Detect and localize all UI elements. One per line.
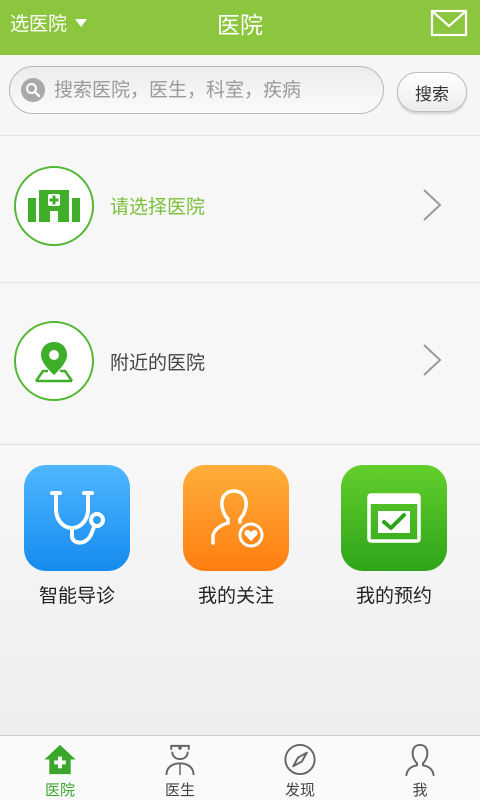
my-follows-icon-box bbox=[183, 465, 289, 571]
select-hospital-row-label: 请选择医院 bbox=[110, 196, 206, 218]
feature-grid: 智能导诊 我的关注 我的预约 bbox=[0, 444, 480, 735]
tab-discover[interactable]: 发现 bbox=[240, 736, 360, 800]
select-hospital-dropdown[interactable]: 选医院 bbox=[10, 0, 88, 45]
select-hospital-label: 选医院 bbox=[10, 13, 68, 35]
app-header: 选医院 医院 bbox=[0, 0, 480, 55]
smart-triage-icon-box bbox=[24, 465, 130, 571]
mail-icon[interactable] bbox=[430, 8, 468, 38]
hospital-icon bbox=[28, 190, 80, 222]
nearby-hospital-row-label: 附近的医院 bbox=[110, 352, 206, 374]
search-input[interactable] bbox=[54, 79, 354, 101]
bottom-tab-bar: 医院 医生 发现 我 bbox=[0, 735, 480, 800]
search-button[interactable]: 搜索 bbox=[397, 72, 467, 112]
dropdown-triangle-icon bbox=[75, 18, 88, 27]
tab-me-label: 我 bbox=[412, 781, 428, 799]
location-pin-icon bbox=[34, 342, 74, 383]
my-appointments-icon-box bbox=[341, 465, 447, 571]
tab-me[interactable]: 我 bbox=[360, 736, 480, 800]
select-hospital-row[interactable]: 请选择医院 bbox=[0, 135, 480, 282]
my-appointments-label: 我的预约 bbox=[355, 585, 432, 607]
smart-triage-tile[interactable]: 智能导诊 bbox=[22, 465, 132, 608]
hospital-house-icon bbox=[44, 744, 76, 775]
my-follows-label: 我的关注 bbox=[197, 585, 274, 607]
my-appointments-tile[interactable]: 我的预约 bbox=[339, 465, 449, 608]
tab-discover-label: 发现 bbox=[284, 781, 315, 799]
hospital-icon-circle bbox=[14, 166, 94, 246]
nearby-hospital-row[interactable]: 附近的医院 bbox=[0, 282, 480, 444]
chevron-right-icon bbox=[423, 344, 442, 376]
tab-hospital[interactable]: 医院 bbox=[0, 736, 120, 800]
tab-doctor[interactable]: 医生 bbox=[120, 736, 240, 800]
user-icon bbox=[405, 743, 435, 777]
search-icon bbox=[21, 78, 45, 102]
stethoscope-icon bbox=[50, 491, 105, 545]
search-field-container[interactable] bbox=[9, 66, 384, 114]
location-icon-circle bbox=[14, 321, 94, 401]
doctor-icon bbox=[165, 744, 195, 776]
tab-doctor-label: 医生 bbox=[164, 781, 195, 799]
compass-icon bbox=[284, 743, 316, 776]
calendar-check-icon bbox=[367, 493, 421, 543]
person-heart-icon bbox=[211, 489, 264, 548]
my-follows-tile[interactable]: 我的关注 bbox=[181, 465, 291, 608]
smart-triage-label: 智能导诊 bbox=[38, 585, 115, 607]
search-bar: 搜索 bbox=[0, 55, 480, 135]
tab-hospital-label: 医院 bbox=[44, 781, 75, 799]
chevron-right-icon bbox=[423, 189, 442, 221]
